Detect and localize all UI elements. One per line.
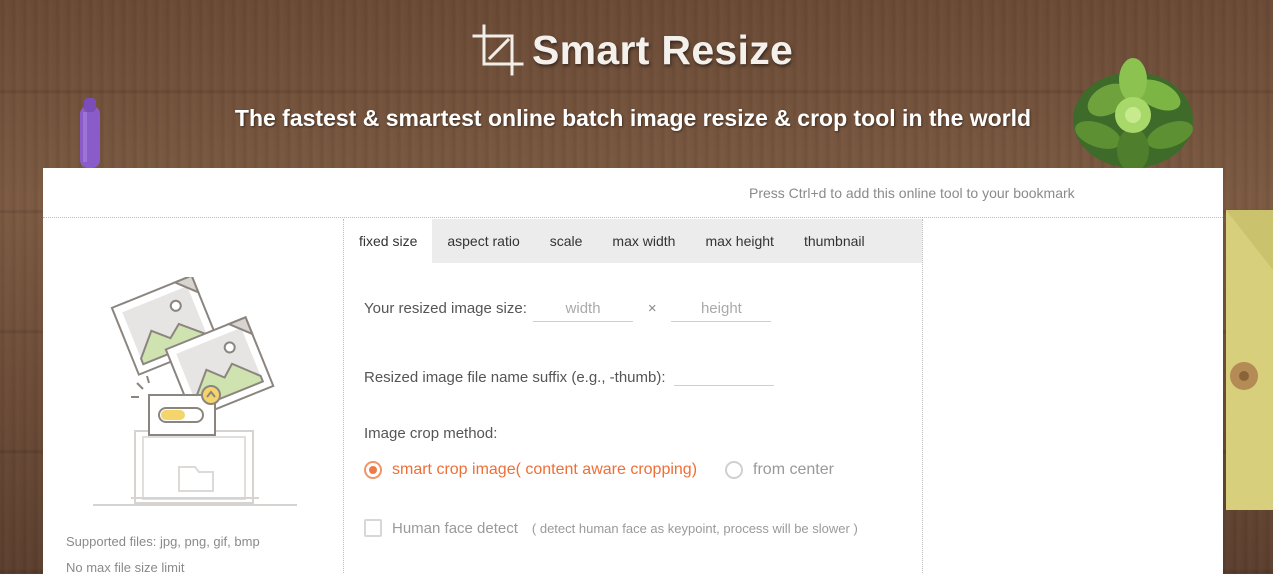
face-detect-note: ( detect human face as keypoint, process… <box>531 520 858 536</box>
face-detect-label[interactable]: Human face detect <box>392 520 518 537</box>
resize-mode-tabs: fixed size aspect ratio scale max width … <box>344 219 922 263</box>
tab-fixed-size[interactable]: fixed size <box>344 219 433 263</box>
smart-crop-radio[interactable] <box>364 461 382 479</box>
supported-files-text: Supported files: jpg, png, gif, bmp <box>66 534 260 549</box>
tab-scale[interactable]: scale <box>535 219 598 263</box>
app-title: Smart Resize <box>532 26 794 73</box>
page-header: Smart Resize The fastest & smartest onli… <box>0 0 1273 172</box>
bookmark-hint: Press Ctrl+d to add this online tool to … <box>749 185 1075 201</box>
envelope-decoration <box>1226 210 1273 510</box>
size-label: Your resized image size: <box>364 300 527 317</box>
suffix-label: Resized image file name suffix (e.g., -t… <box>364 369 666 386</box>
face-detect-row: Human face detect ( detect human face as… <box>364 519 858 537</box>
crop-icon <box>472 24 524 76</box>
times-symbol: × <box>647 300 657 317</box>
suffix-input[interactable] <box>673 362 774 386</box>
size-row: Your resized image size: width × height <box>364 298 772 322</box>
height-input[interactable]: height <box>671 298 772 322</box>
size-limit-text: No max file size limit <box>66 560 185 574</box>
upload-panel[interactable]: Supported files: jpg, png, gif, bmp No m… <box>43 219 343 574</box>
tab-aspect-ratio[interactable]: aspect ratio <box>432 219 534 263</box>
plant-decoration <box>1073 58 1193 172</box>
upload-images-illustration[interactable] <box>91 277 301 509</box>
crop-method-options: smart crop image( content aware cropping… <box>364 461 834 479</box>
smart-crop-label[interactable]: smart crop image( content aware cropping… <box>392 461 697 479</box>
tab-max-width[interactable]: max width <box>597 219 690 263</box>
crop-method-label: Image crop method: <box>364 425 498 442</box>
face-detect-checkbox[interactable] <box>364 519 382 537</box>
tab-thumbnail[interactable]: thumbnail <box>789 219 880 263</box>
main-card: Press Ctrl+d to add this online tool to … <box>43 168 1223 574</box>
suffix-row: Resized image file name suffix (e.g., -t… <box>364 362 774 386</box>
logo[interactable]: Smart Resize <box>472 24 793 76</box>
width-input[interactable]: width <box>533 298 634 322</box>
bookmark-bar: Press Ctrl+d to add this online tool to … <box>43 168 1223 218</box>
from-center-label[interactable]: from center <box>753 461 834 479</box>
settings-panel: fixed size aspect ratio scale max width … <box>343 219 923 574</box>
from-center-radio[interactable] <box>725 461 744 479</box>
tab-max-height[interactable]: max height <box>690 219 788 263</box>
